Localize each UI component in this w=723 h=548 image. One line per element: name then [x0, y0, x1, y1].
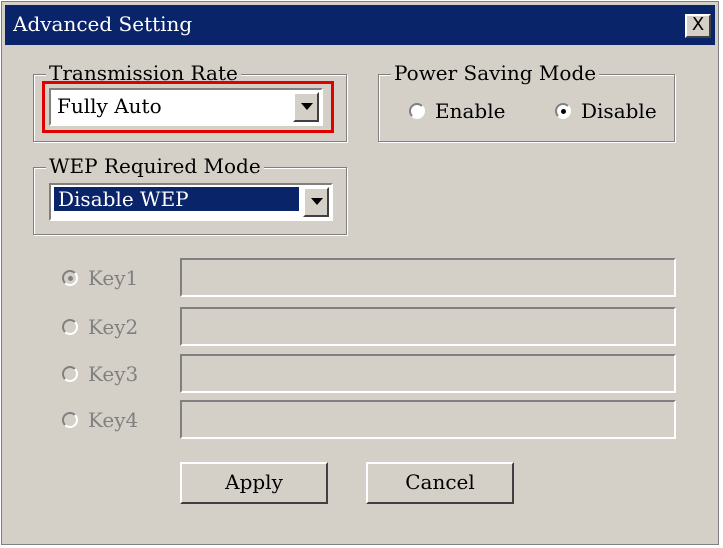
key1-input[interactable] [180, 258, 676, 297]
cancel-button[interactable]: Cancel [366, 462, 514, 504]
key1-label: Key1 [88, 266, 139, 290]
key4-input[interactable] [180, 400, 676, 439]
radio-checked-icon [62, 270, 78, 286]
close-button[interactable]: X [685, 14, 711, 38]
radio-icon [62, 366, 78, 382]
power-disable-radio[interactable]: Disable [555, 99, 657, 123]
key2-label: Key2 [88, 315, 139, 339]
radio-icon [409, 103, 425, 119]
wep-mode-legend: WEP Required Mode [46, 154, 264, 178]
key3-label: Key3 [88, 362, 139, 386]
radio-icon [62, 412, 78, 428]
power-saving-legend: Power Saving Mode [391, 61, 600, 85]
highlight-box [42, 81, 334, 133]
key3-input[interactable] [180, 354, 676, 393]
key1-radio[interactable]: Key1 [62, 266, 138, 290]
key4-radio[interactable]: Key4 [62, 408, 138, 432]
power-enable-label: Enable [435, 99, 506, 123]
apply-button[interactable]: Apply [180, 462, 328, 504]
chevron-down-icon[interactable] [303, 187, 329, 217]
key2-radio[interactable]: Key2 [62, 315, 138, 339]
wep-mode-value: Disable WEP [54, 187, 299, 211]
radio-checked-icon [555, 103, 571, 119]
window-title: Advanced Setting [13, 12, 193, 36]
wep-mode-select[interactable]: Disable WEP [49, 183, 333, 221]
advanced-setting-dialog: Advanced Setting X Transmission Rate Ful… [1, 1, 719, 545]
key3-radio[interactable]: Key3 [62, 362, 138, 386]
title-bar: Advanced Setting X [5, 5, 715, 45]
power-enable-radio[interactable]: Enable [409, 99, 505, 123]
power-disable-label: Disable [581, 99, 657, 123]
key2-input[interactable] [180, 307, 676, 346]
key4-label: Key4 [88, 408, 139, 432]
radio-icon [62, 319, 78, 335]
